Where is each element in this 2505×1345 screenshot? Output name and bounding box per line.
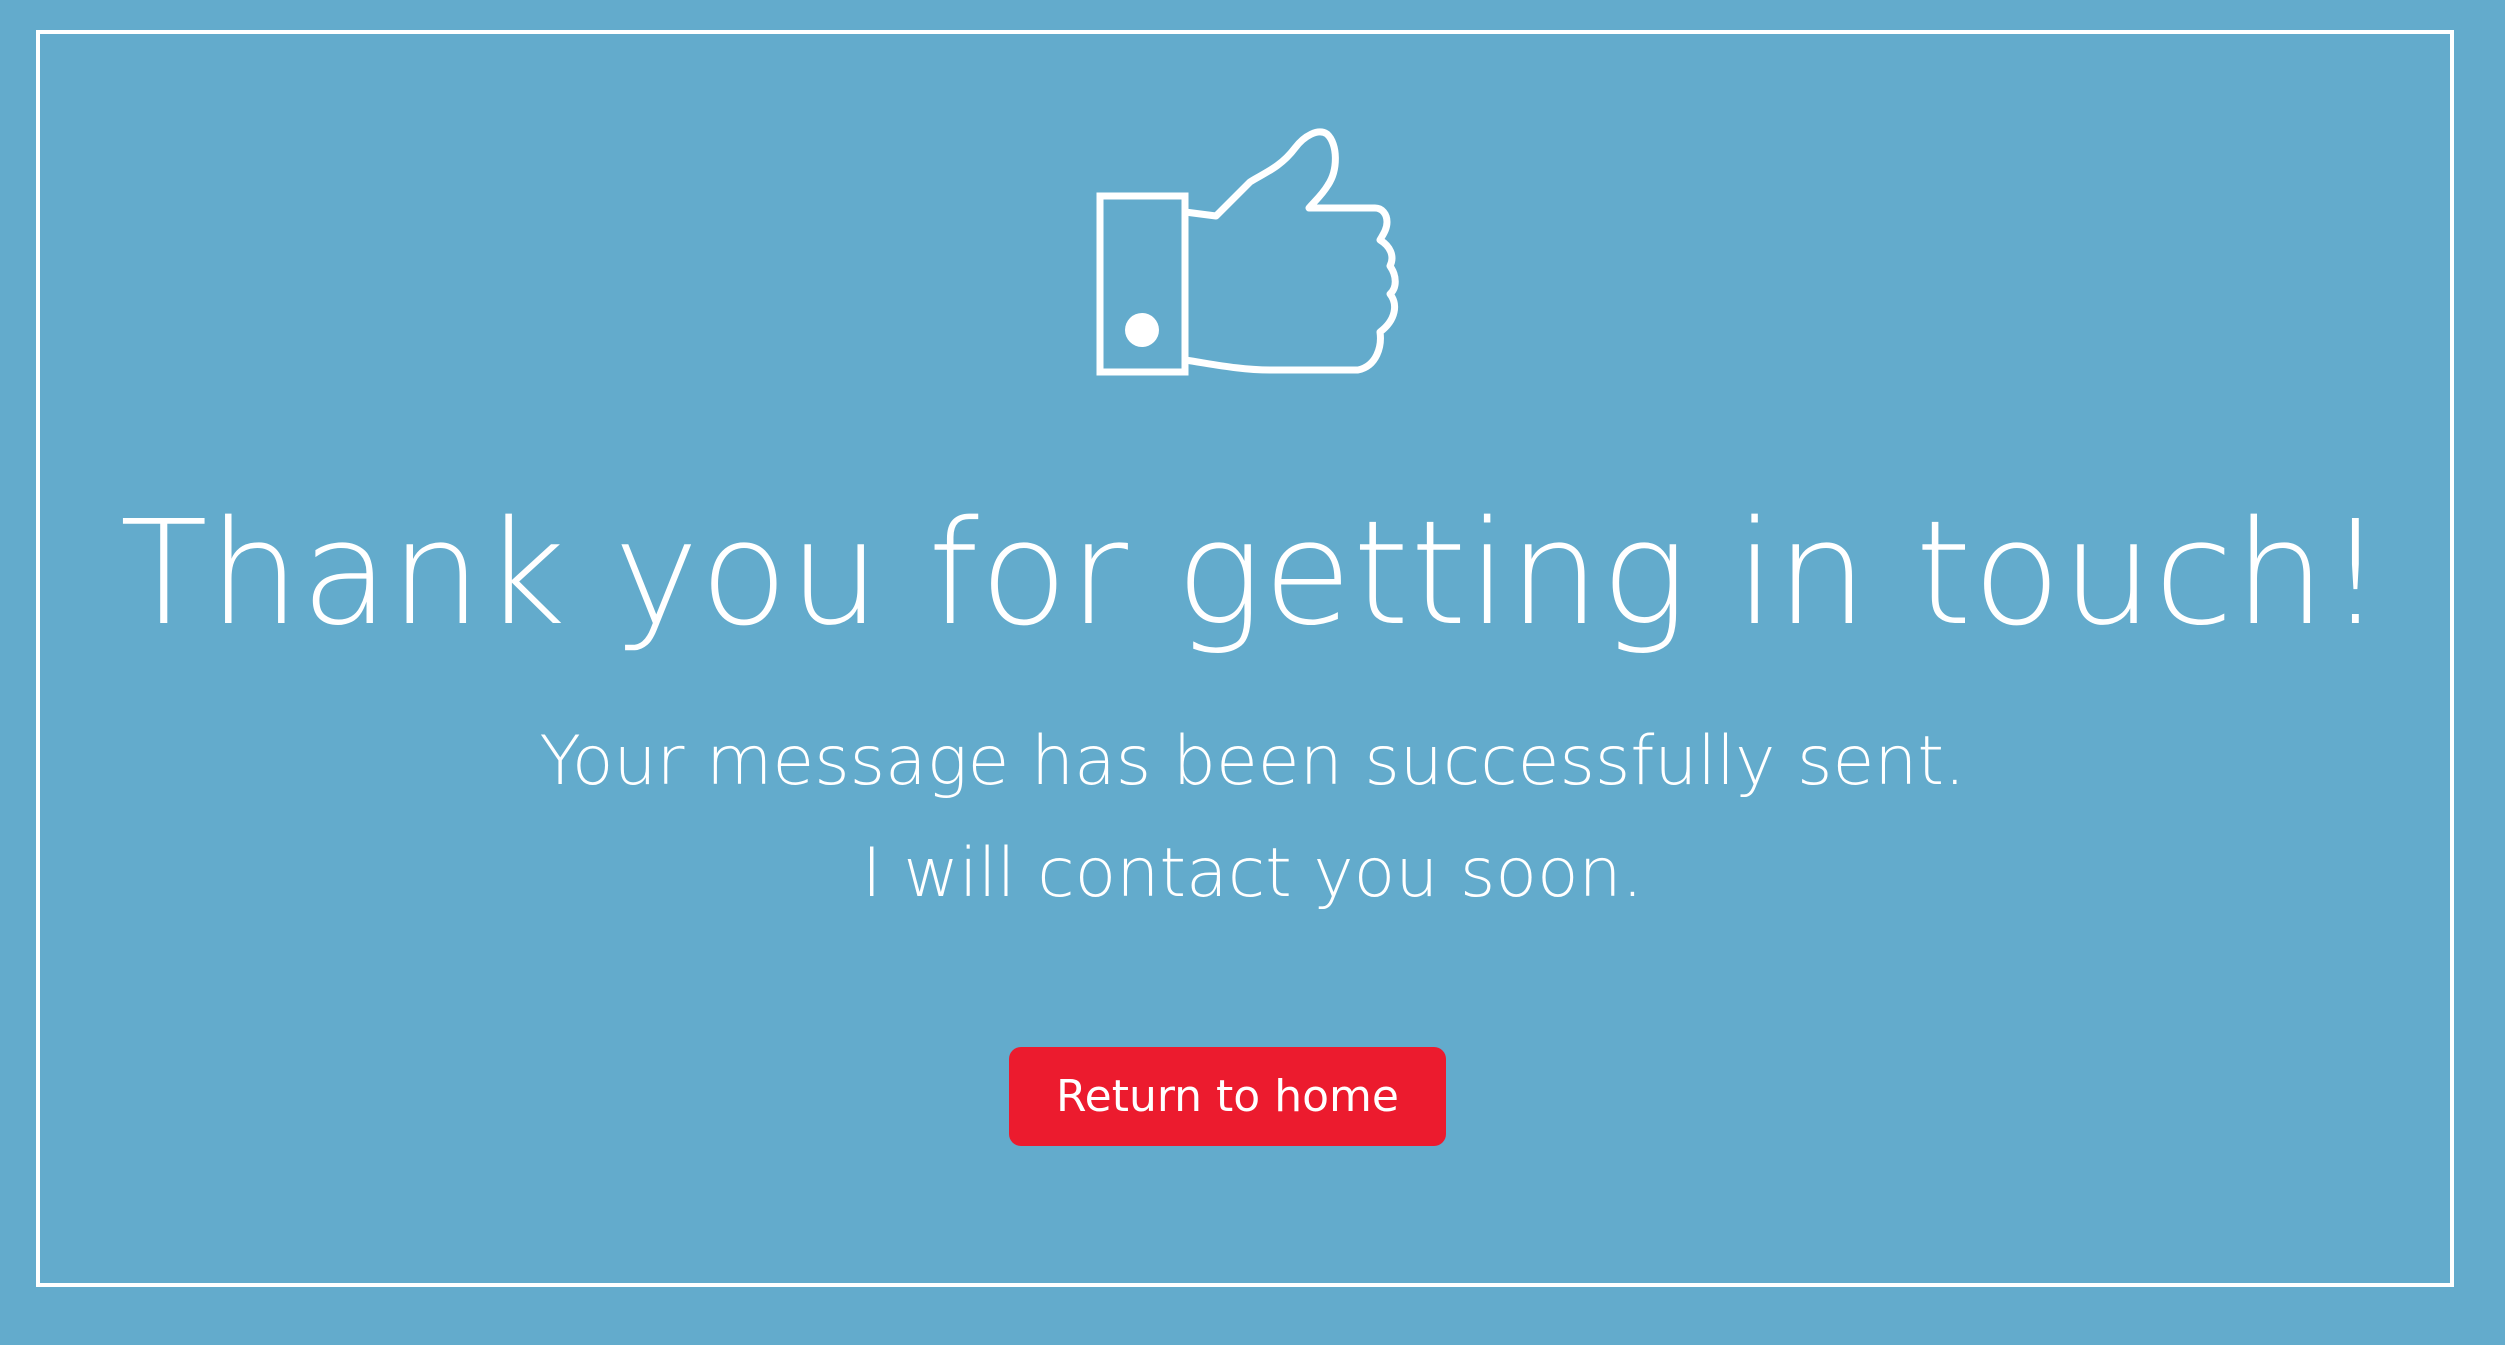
thumbs-up-icon <box>1090 118 1430 388</box>
followup-message: I will contact you soon. <box>861 834 1644 913</box>
success-message: Your message has been successfully sent. <box>539 722 1966 801</box>
return-home-button[interactable]: Return to home <box>1009 1047 1446 1146</box>
page-title: Thank you for getting in touch! <box>119 489 2386 657</box>
